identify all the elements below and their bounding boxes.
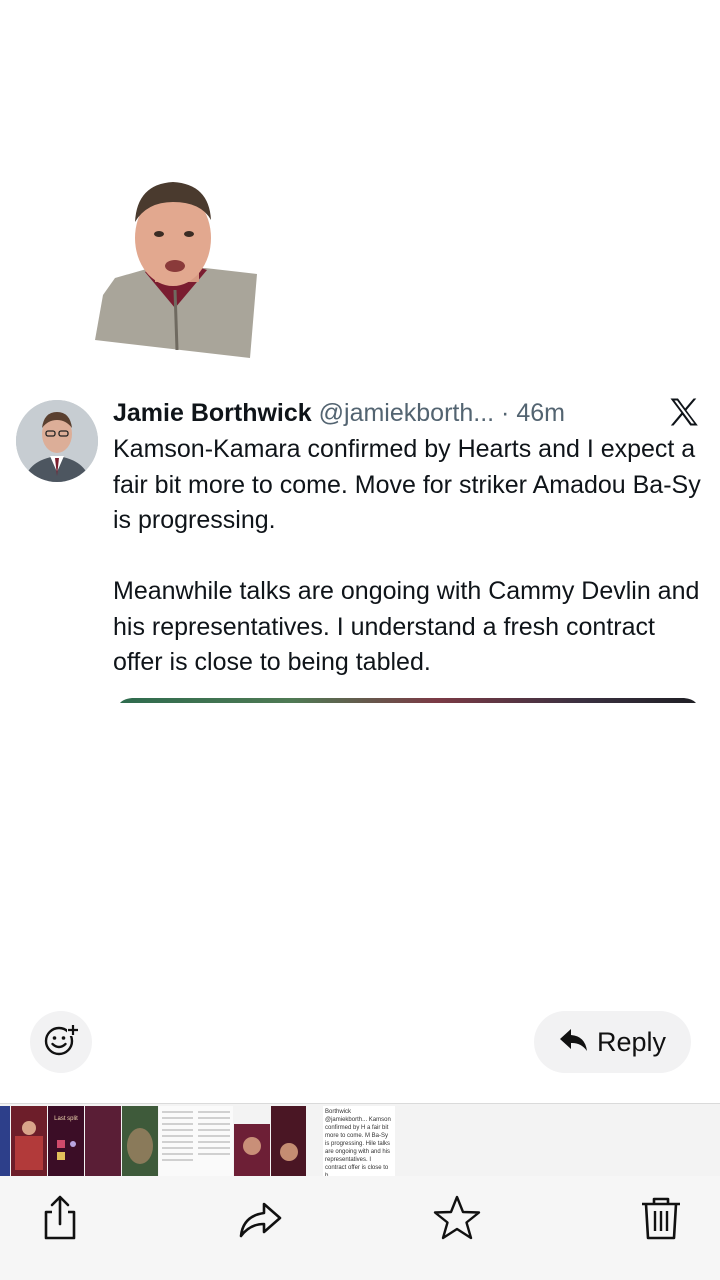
tweet-time[interactable]: 46m — [516, 399, 565, 427]
thumbnail[interactable] — [11, 1106, 47, 1176]
share-icon[interactable] — [36, 1194, 84, 1242]
thumbnail[interactable] — [122, 1106, 158, 1176]
emoji-reaction-button[interactable] — [30, 1011, 92, 1073]
avatar[interactable] — [16, 400, 98, 482]
trash-icon[interactable] — [637, 1194, 685, 1242]
reply-button[interactable]: Reply — [534, 1011, 691, 1073]
star-icon[interactable] — [433, 1194, 481, 1242]
thumbnail[interactable] — [271, 1106, 306, 1176]
thumbnail[interactable] — [159, 1106, 233, 1176]
thumbnail[interactable] — [85, 1106, 121, 1176]
emoji-add-icon — [43, 1022, 79, 1063]
thumbnail-current[interactable]: Borthwick @jamiekborth... Kamson confirm… — [323, 1106, 395, 1176]
thumbnail-strip[interactable]: Last split Borthwick @jamiekborth... Kam… — [0, 1103, 720, 1176]
author-handle[interactable]: @jamiekborth... — [319, 399, 494, 427]
tweet-paragraph: Kamson-Kamara confirmed by Hearts and I … — [113, 435, 701, 534]
tweet-header: Jamie Borthwick @jamiekborth... · 46m — [113, 396, 673, 430]
thumbnail[interactable] — [234, 1106, 270, 1176]
author-name[interactable]: Jamie Borthwick — [113, 399, 312, 427]
thumbnail[interactable] — [0, 1106, 10, 1176]
reply-arrow-icon — [559, 1027, 589, 1058]
x-logo-icon[interactable] — [666, 394, 702, 430]
tweet-media-preview[interactable] — [118, 694, 698, 703]
thumbnail[interactable]: Last split — [48, 1106, 84, 1176]
reply-label: Reply — [596, 1026, 667, 1057]
tweet-text: Kamson-Kamara confirmed by Hearts and I … — [113, 432, 703, 681]
thumbnail-text: Borthwick @jamiekborth... Kamson confirm… — [325, 1109, 391, 1176]
forward-icon[interactable] — [236, 1194, 284, 1242]
meta-separator: · — [494, 399, 517, 427]
sticker-photo[interactable] — [95, 180, 257, 358]
bottom-toolbar — [0, 1176, 720, 1280]
tweet-paragraph: Meanwhile talks are ongoing with Cammy D… — [113, 577, 700, 676]
